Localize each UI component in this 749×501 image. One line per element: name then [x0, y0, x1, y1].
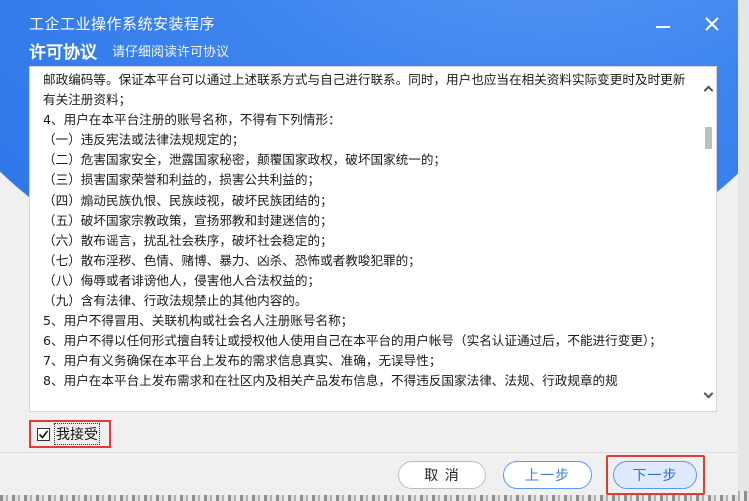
- footer-divider: [0, 452, 738, 453]
- window-header: 工企工业操作系统安装程序 许可协议 请仔细阅读许可协议: [0, 0, 738, 64]
- license-paragraph: 邮政编码等。保证本平台可以通过上述联系方式与自己进行联系。同时，用户也应当在相关…: [43, 72, 686, 108]
- accept-checkbox[interactable]: [37, 427, 50, 441]
- license-paragraph: 8、用户在本平台上发布需求和在社区内及相关产品发布信息，不得违反国家法律、法规、…: [43, 373, 618, 389]
- license-paragraph: （九）含有法律、行政法规禁止的其他内容的。: [43, 293, 308, 309]
- section-subtitle: 请仔细阅读许可协议: [112, 45, 230, 60]
- license-panel[interactable]: 邮政编码等。保证本平台可以通过上述联系方式与自己进行联系。同时，用户也应当在相关…: [29, 66, 717, 412]
- installer-window: 工企工业操作系统安装程序 许可协议 请仔细阅读许可协议 邮政编码等。保证本平台可…: [0, 0, 738, 495]
- license-text: 邮政编码等。保证本平台可以通过上述联系方式与自己进行联系。同时，用户也应当在相关…: [43, 70, 695, 410]
- accept-label[interactable]: 我接受: [54, 423, 100, 445]
- scroll-down-button[interactable]: [702, 388, 714, 401]
- license-paragraph: 4、用户在本平台注册的账号名称，不得有下列情形：: [43, 112, 341, 128]
- close-icon: [705, 17, 719, 31]
- checkmark-icon: [38, 430, 49, 439]
- close-button[interactable]: [700, 12, 724, 36]
- license-paragraph: 6、用户不得以任何形式擅自转让或授权他人使用自己在本平台的用户帐号（实名认证通过…: [43, 333, 662, 349]
- accept-checkbox-group[interactable]: 我接受: [29, 420, 111, 448]
- chevron-down-icon: [703, 388, 713, 398]
- license-paragraph: 5、用户不得冒用、关联机构或社会名人注册账号名称；: [43, 313, 354, 329]
- scroll-thumb[interactable]: [705, 127, 712, 149]
- chevron-up-icon: [703, 85, 713, 95]
- previous-button[interactable]: 上一步: [503, 461, 592, 489]
- minimize-icon: [656, 26, 670, 28]
- scroll-up-button[interactable]: [702, 82, 714, 95]
- section-title: 许可协议: [29, 43, 97, 63]
- license-paragraph: （三）损害国家荣誉和利益的，损害公共利益的；: [43, 172, 321, 188]
- license-paragraph: （二）危害国家安全，泄露国家秘密，颠覆国家政权，破坏国家统一的；: [43, 152, 446, 168]
- next-button[interactable]: 下一步: [613, 461, 697, 489]
- license-paragraph: （四）煽动民族仇恨、民族歧视，破坏民族团结的；: [43, 192, 333, 208]
- license-paragraph: （六）散布谣言，扰乱社会秩序，破坏社会稳定的；: [43, 232, 333, 248]
- license-paragraph: （五）破坏国家宗教政策，宣扬邪教和封建迷信的；: [43, 212, 333, 228]
- cancel-button[interactable]: 取 消: [398, 461, 486, 489]
- license-paragraph: 7、用户有义务确保在本平台上发布的需求信息真实、准确，无误导性；: [43, 353, 442, 369]
- license-paragraph: （一）违反宪法或法律法规规定的；: [43, 132, 245, 148]
- minimize-button[interactable]: [651, 12, 675, 36]
- vertical-scrollbar[interactable]: [701, 77, 715, 407]
- license-paragraph: （七）散布淫秽、色情、赌博、暴力、凶杀、恐怖或者教唆犯罪的；: [43, 252, 421, 268]
- license-paragraph: （八）侮辱或者诽谤他人，侵害他人合法权益的；: [43, 272, 321, 288]
- app-title: 工企工业操作系统安装程序: [29, 15, 216, 33]
